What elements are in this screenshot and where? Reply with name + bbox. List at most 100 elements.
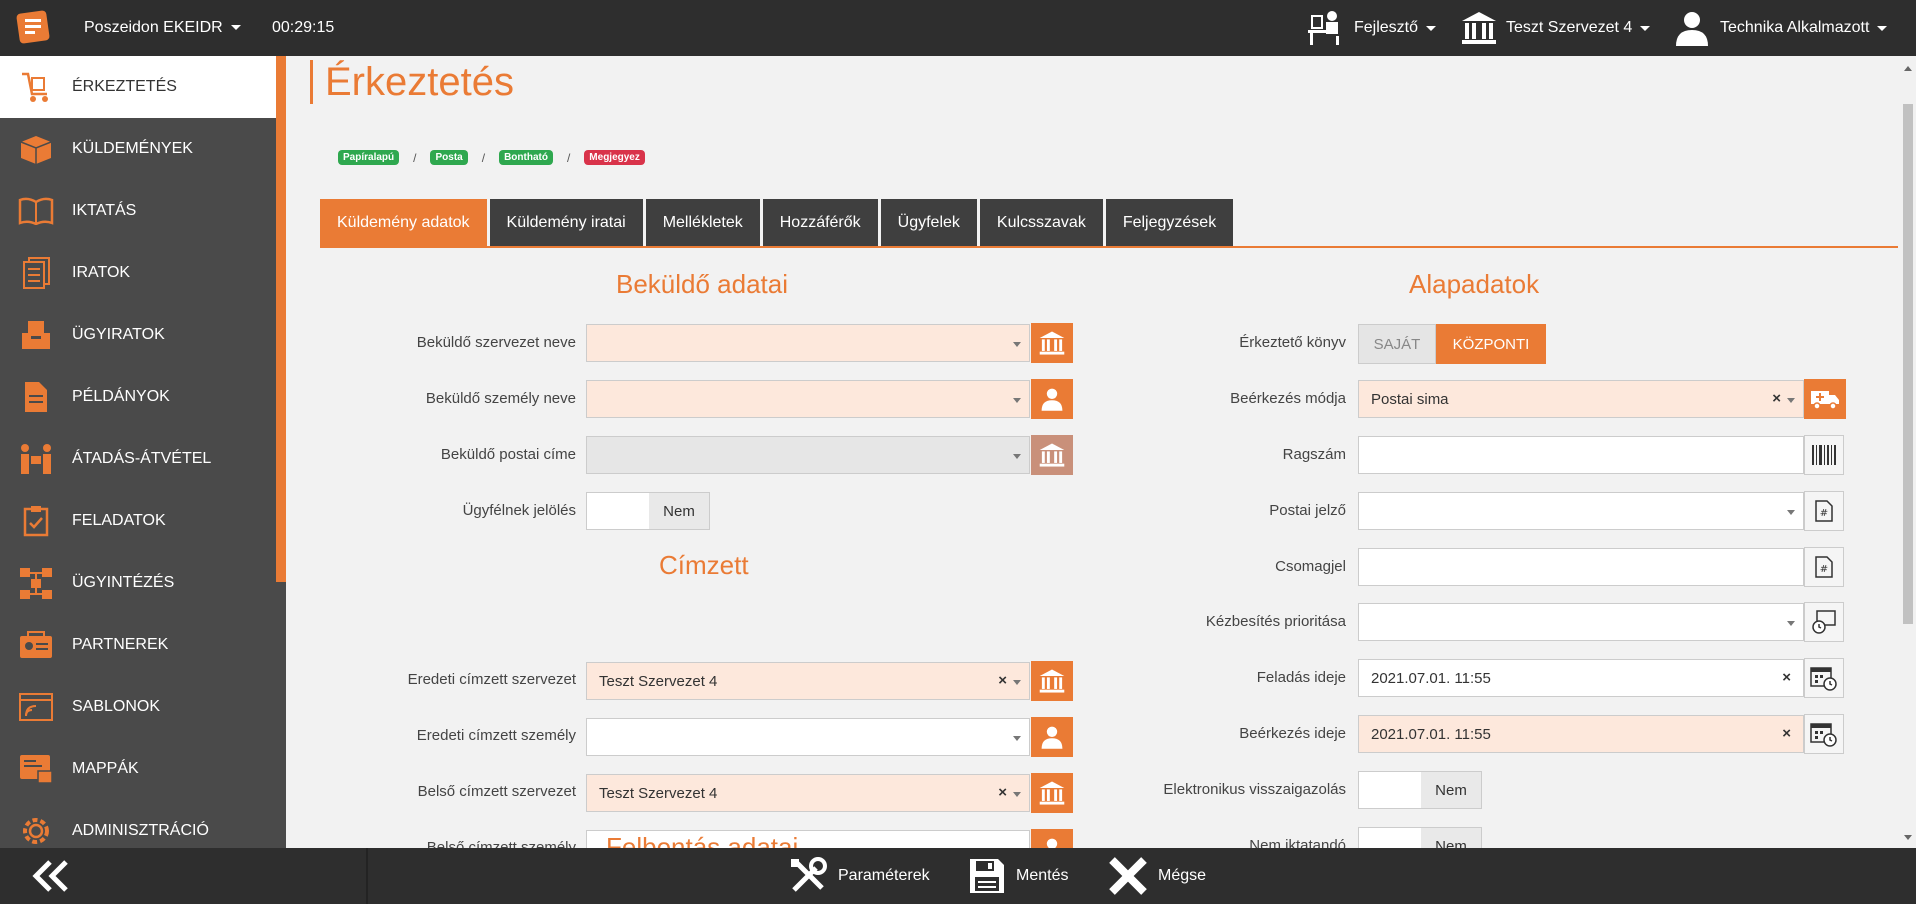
toggle-state: Nem (1421, 828, 1481, 848)
orig-person-picker-button[interactable] (1031, 717, 1073, 757)
clear-icon[interactable]: × (1782, 669, 1791, 686)
truck-icon (1811, 391, 1839, 410)
client-flag-label: Ügyfélnek jelölés (462, 502, 576, 519)
sidebar-item-erkeztetes[interactable]: ÉRKEZTETÉS (0, 56, 276, 118)
tab-hozzaferok[interactable]: Hozzáférők (762, 199, 878, 247)
sidebar-item-ugyiratok[interactable]: ÜGYIRATOK (0, 304, 276, 366)
chevron-down-icon (1013, 398, 1021, 403)
no-register-label: Nem iktatandó (1249, 837, 1346, 848)
sidebar-item-ugyintezes[interactable]: ÜGYINTÉZÉS (0, 552, 276, 614)
tab-kuldemeny-adatok[interactable]: Küldemény adatok (320, 199, 487, 247)
tab-mellekletek[interactable]: Mellékletek (645, 199, 760, 247)
sender-org-label: Beküldő szervezet neve (416, 334, 576, 351)
institution-picker-button[interactable] (1031, 323, 1073, 363)
collapse-sidebar-button[interactable] (28, 856, 76, 896)
barcode-button[interactable] (1804, 435, 1844, 475)
clear-icon[interactable]: × (1782, 725, 1791, 742)
sidebar-item-feladatok[interactable]: FELADATOK (0, 490, 276, 552)
sender-person-label: Beküldő személy neve (425, 390, 576, 407)
priority-select[interactable] (1358, 603, 1804, 641)
chevron-down-icon (1013, 736, 1021, 741)
user-label: Technika Alkalmazott (1720, 19, 1870, 36)
package-icon (16, 129, 56, 169)
sidebar-item-sablonok[interactable]: SABLONOK (0, 676, 276, 738)
book-own-option[interactable]: SAJÁT (1358, 324, 1436, 364)
postal-mark-select[interactable] (1358, 492, 1804, 530)
sidebar-item-iratok[interactable]: IRATOK (0, 242, 276, 304)
close-icon (1109, 857, 1147, 895)
tab-ugyfelek[interactable]: Ügyfelek (880, 199, 977, 247)
client-flag-toggle[interactable]: Nem (586, 492, 710, 530)
parameters-label: Paraméterek (838, 867, 930, 884)
e-confirm-toggle[interactable]: Nem (1358, 771, 1482, 809)
inner-org-label: Belső címzett szervezet (417, 783, 576, 800)
orig-person-select[interactable] (586, 718, 1030, 756)
book-icon (16, 191, 56, 231)
hash-document-icon: # (1815, 556, 1833, 578)
tasks-icon (16, 501, 56, 541)
sidebar-item-adminisztracio[interactable]: ADMINISZTRÁCIÓ (0, 800, 276, 848)
save-button[interactable]: Mentés (968, 856, 1068, 896)
sender-person-select[interactable] (586, 380, 1030, 418)
sender-org-select[interactable] (586, 324, 1030, 362)
sidebar-item-label: ÜGYINTÉZÉS (72, 574, 175, 591)
tracking-input[interactable] (1358, 436, 1804, 474)
scroll-down-arrow-icon[interactable] (1904, 835, 1912, 840)
scroll-thumb[interactable] (1903, 104, 1913, 624)
section-title-recipient: Címzett (659, 550, 749, 580)
chevron-down-icon (230, 25, 241, 31)
role-menu[interactable]: Fejlesztő (1306, 10, 1437, 46)
sidebar-item-label: KÜLDEMÉNYEK (72, 140, 193, 157)
organization-menu[interactable]: Teszt Szervezet 4 (1460, 10, 1651, 46)
orig-org-select[interactable]: Teszt Szervezet 4 × (586, 662, 1030, 700)
parameters-button[interactable]: Paraméterek (788, 856, 930, 896)
inner-org-select[interactable]: Teszt Szervezet 4 × (586, 774, 1030, 812)
sent-time-input[interactable]: 2021.07.01. 11:55 × (1358, 659, 1804, 697)
institution-icon (1039, 669, 1065, 693)
scroll-up-arrow-icon[interactable] (1904, 66, 1912, 71)
arrived-time-input[interactable]: 2021.07.01. 11:55 × (1358, 715, 1804, 753)
sidebar-item-kuldemenyek[interactable]: KÜLDEMÉNYEK (0, 118, 276, 180)
address-picker-button (1031, 435, 1073, 475)
arrived-time-calendar-button[interactable] (1804, 714, 1844, 754)
chevron-down-icon (1787, 621, 1795, 626)
postal-mark-button[interactable]: # (1804, 491, 1844, 531)
sidebar-item-atadas-atvetel[interactable]: ÁTADÁS-ÁTVÉTEL (0, 428, 276, 490)
sidebar-item-mappak[interactable]: MAPPÁK (0, 738, 276, 800)
clear-icon[interactable]: × (998, 784, 1007, 801)
package-input[interactable] (1358, 548, 1804, 586)
delivery-truck-button[interactable] (1804, 379, 1846, 419)
sidebar-item-iktatas[interactable]: IKTATÁS (0, 180, 276, 242)
package-label: Csomagjel (1275, 558, 1346, 575)
user-icon (1676, 12, 1708, 46)
sidebar-item-peldanyok[interactable]: PÉLDÁNYOK (0, 366, 276, 428)
arrival-mode-select[interactable]: Postai sima × (1358, 380, 1804, 418)
user-menu[interactable]: Technika Alkalmazott (1672, 10, 1888, 46)
tab-kulcsszavak[interactable]: Kulcsszavak (979, 199, 1103, 247)
barcode-icon (1812, 445, 1836, 465)
no-register-toggle[interactable]: Nem (1358, 827, 1482, 848)
save-label: Mentés (1016, 867, 1069, 884)
clear-icon[interactable]: × (1772, 390, 1781, 407)
tab-feljegyzesek[interactable]: Feljegyzések (1105, 199, 1234, 247)
person-picker-button[interactable] (1031, 379, 1073, 419)
sender-address-label: Beküldő postai címe (440, 446, 576, 463)
sent-time-calendar-button[interactable] (1804, 658, 1844, 698)
inner-person-picker-button[interactable] (1031, 829, 1073, 848)
breadcrumb-separator: / (481, 150, 486, 165)
app-logo-icon[interactable] (14, 8, 52, 46)
main-scrollbar[interactable] (1900, 56, 1916, 848)
orig-org-picker-button[interactable] (1031, 661, 1073, 701)
app-title-menu[interactable]: Poszeidon EKEIDR (84, 19, 241, 37)
book-central-option[interactable]: KÖZPONTI (1436, 324, 1546, 364)
priority-button[interactable] (1804, 602, 1844, 642)
cancel-button[interactable]: Mégse (1108, 856, 1206, 896)
sidebar-item-label: MAPPÁK (72, 760, 139, 777)
arrived-time-value: 2021.07.01. 11:55 (1371, 725, 1491, 743)
clear-icon[interactable]: × (998, 672, 1007, 689)
badge-megjegyez: Megjegyez (584, 150, 645, 165)
tab-kuldemeny-iratai[interactable]: Küldemény iratai (489, 199, 643, 247)
package-button[interactable]: # (1804, 547, 1844, 587)
sidebar-item-partnerek[interactable]: PARTNEREK (0, 614, 276, 676)
sender-address-select (586, 436, 1030, 474)
